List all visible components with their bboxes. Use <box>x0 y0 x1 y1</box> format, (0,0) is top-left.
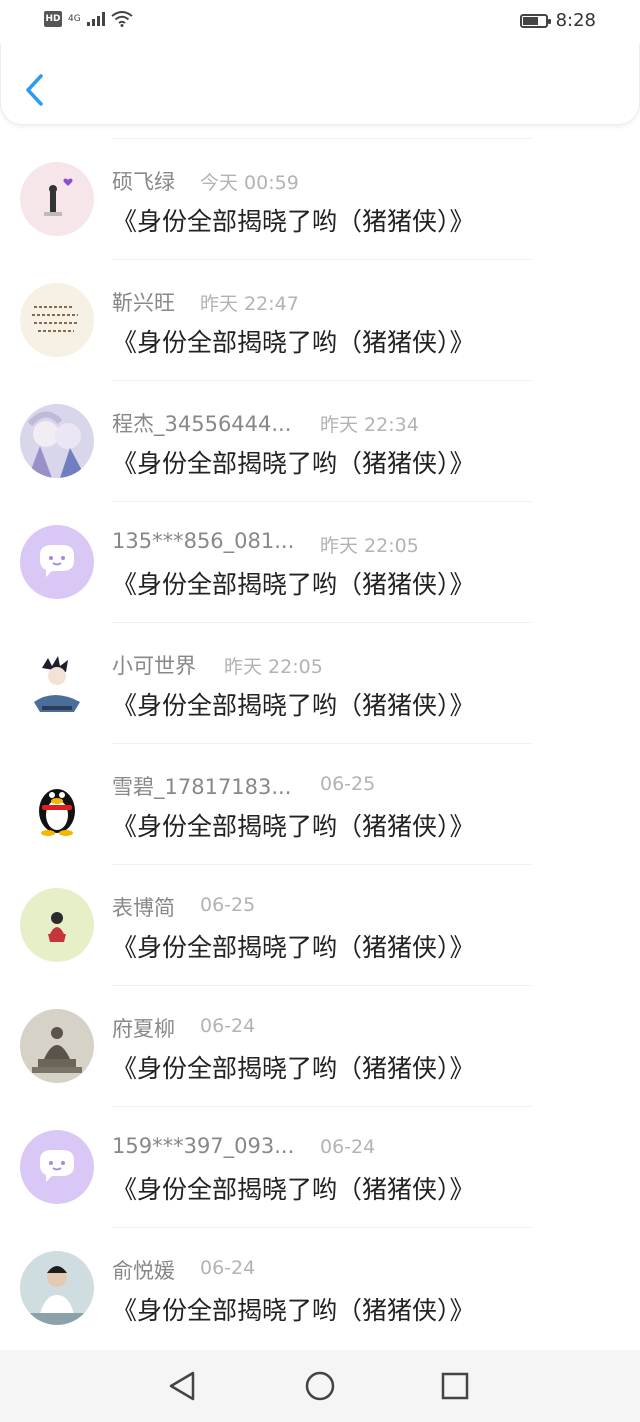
message-time: 06-24 <box>320 1136 376 1158</box>
message-time: 今天 00:59 <box>200 172 299 194</box>
message-row[interactable]: 程杰_34556444... 昨天 22:34 《身份全部揭晓了哟（猪猪侠）》 <box>0 380 640 501</box>
header <box>0 44 640 125</box>
status-bar-left: HD 4G <box>44 11 133 27</box>
sender-name: 俞悦媛 <box>112 1259 175 1283</box>
avatar-buddha[interactable] <box>20 1009 94 1083</box>
message-text: 《身份全部揭晓了哟（猪猪侠）》 <box>112 449 475 478</box>
message-time: 昨天 22:05 <box>224 656 323 678</box>
row-divider <box>112 138 532 139</box>
network-type: 4G <box>68 13 81 24</box>
row-divider <box>112 380 532 381</box>
avatar-anime-girls[interactable] <box>20 404 94 478</box>
row-divider <box>112 864 532 865</box>
battery-icon <box>519 13 551 28</box>
message-row[interactable]: 硕飞绿 今天 00:59 《身份全部揭晓了哟（猪猪侠）》 <box>0 138 640 259</box>
message-row[interactable]: 府夏柳 06-24 《身份全部揭晓了哟（猪猪侠）》 <box>0 985 640 1106</box>
message-text: 《身份全部揭晓了哟（猪猪侠）》 <box>112 1296 475 1325</box>
row-divider <box>112 1227 532 1228</box>
wifi-icon <box>111 11 133 27</box>
battery-fill <box>522 16 538 25</box>
system-nav-bar <box>0 1350 640 1422</box>
message-text: 《身份全部揭晓了哟（猪猪侠）》 <box>112 570 475 599</box>
sender-name: 府夏柳 <box>112 1017 175 1041</box>
message-row[interactable]: 小可世界 昨天 22:05 《身份全部揭晓了哟（猪猪侠）》 <box>0 622 640 743</box>
message-row[interactable]: 雪碧_17817183... 06-25 《身份全部揭晓了哟（猪猪侠）》 <box>0 743 640 864</box>
signal-icon <box>86 12 105 26</box>
sender-name: 雪碧_17817183... <box>112 775 292 799</box>
message-time: 06-24 <box>200 1257 256 1279</box>
message-row[interactable]: 表博简 06-25 《身份全部揭晓了哟（猪猪侠）》 <box>0 864 640 985</box>
avatar-default-chat[interactable] <box>20 1130 94 1204</box>
sender-name: 135***856_081... <box>112 529 295 553</box>
avatar-girl-pink[interactable] <box>20 162 94 236</box>
message-text: 《身份全部揭晓了哟（猪猪侠）》 <box>112 812 475 841</box>
message-text: 《身份全部揭晓了哟（猪猪侠）》 <box>112 328 475 357</box>
status-bar-right: 8:28 <box>519 10 596 31</box>
message-time: 昨天 22:34 <box>320 414 419 436</box>
avatar-handwriting[interactable] <box>20 283 94 357</box>
sender-name: 表博简 <box>112 896 175 920</box>
status-bar: HD 4G 8:28 <box>0 0 640 44</box>
message-time: 06-25 <box>200 894 256 916</box>
row-divider <box>112 622 532 623</box>
message-row[interactable]: 俞悦媛 06-24 《身份全部揭晓了哟（猪猪侠）》 <box>0 1227 640 1348</box>
home-circle-icon[interactable] <box>302 1368 338 1404</box>
recents-square-icon[interactable] <box>437 1368 473 1404</box>
message-time: 06-25 <box>320 773 376 795</box>
sender-name: 小可世界 <box>112 654 196 678</box>
status-time: 8:28 <box>555 10 596 31</box>
message-list: 硕飞绿 今天 00:59 《身份全部揭晓了哟（猪猪侠）》 靳兴旺 昨天 22:47 《身份… <box>0 138 640 1348</box>
message-row[interactable]: 靳兴旺 昨天 22:47 《身份全部揭晓了哟（猪猪侠）》 <box>0 259 640 380</box>
row-divider <box>112 259 532 260</box>
message-time: 昨天 22:47 <box>200 293 299 315</box>
row-divider <box>112 1106 532 1107</box>
message-text: 《身份全部揭晓了哟（猪猪侠）》 <box>112 207 475 236</box>
sender-name: 靳兴旺 <box>112 291 175 315</box>
message-row[interactable]: 135***856_081... 昨天 22:05 《身份全部揭晓了哟（猪猪侠）》 <box>0 501 640 622</box>
back-triangle-icon[interactable] <box>165 1368 201 1404</box>
avatar-girl-red[interactable] <box>20 888 94 962</box>
avatar-qq-penguin[interactable] <box>20 767 94 841</box>
message-text: 《身份全部揭晓了哟（猪猪侠）》 <box>112 691 475 720</box>
row-divider <box>112 743 532 744</box>
avatar-boy-photo[interactable] <box>20 1251 94 1325</box>
message-text: 《身份全部揭晓了哟（猪猪侠）》 <box>112 1175 475 1204</box>
hd-badge: HD <box>44 11 62 27</box>
message-text: 《身份全部揭晓了哟（猪猪侠）》 <box>112 933 475 962</box>
sender-name: 硕飞绿 <box>112 170 175 194</box>
row-divider <box>112 501 532 502</box>
message-time: 06-24 <box>200 1015 256 1037</box>
message-text: 《身份全部揭晓了哟（猪猪侠）》 <box>112 1054 475 1083</box>
sender-name: 程杰_34556444... <box>112 412 292 436</box>
back-chevron-icon[interactable] <box>19 70 51 110</box>
sender-name: 159***397_093... <box>112 1134 295 1158</box>
row-divider <box>112 985 532 986</box>
avatar-default-chat[interactable] <box>20 525 94 599</box>
avatar-anime-boy[interactable] <box>20 646 94 720</box>
message-row[interactable]: 159***397_093... 06-24 《身份全部揭晓了哟（猪猪侠）》 <box>0 1106 640 1227</box>
message-time: 昨天 22:05 <box>320 535 419 557</box>
